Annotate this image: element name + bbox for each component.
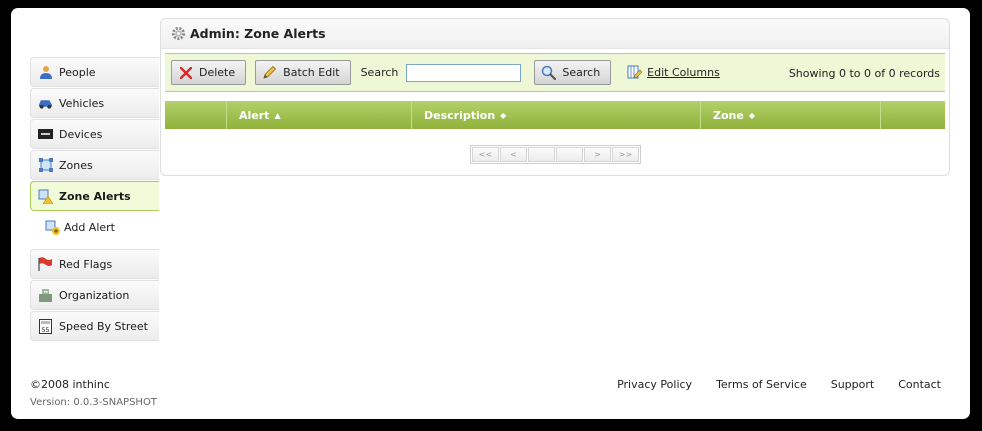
building-icon [38, 288, 53, 303]
pager-page-1[interactable] [528, 147, 555, 162]
zone-icon [38, 158, 53, 173]
privacy-policy-link[interactable]: Privacy Policy [617, 378, 692, 391]
sidebar-item-devices[interactable]: Devices [30, 119, 159, 149]
batch-edit-button[interactable]: Batch Edit [255, 60, 351, 85]
person-icon [38, 65, 53, 80]
pager: << < > >> [470, 145, 641, 164]
records-count: Showing 0 to 0 of 0 records [788, 67, 940, 80]
edit-columns-link[interactable]: Edit Columns [627, 65, 720, 80]
toolbar: Delete Batch Edit Search Search Edit Col… [165, 53, 945, 92]
sort-asc-icon: ▲ [274, 110, 281, 120]
sidebar-item-label: Devices [59, 127, 103, 141]
pager-page-2[interactable] [556, 147, 583, 162]
pager-last-button[interactable]: >> [612, 147, 639, 162]
footer-info: ©2008 inthinc Version: 0.0.3-SNAPSHOT [30, 378, 157, 408]
red-flag-icon [38, 257, 53, 272]
search-button[interactable]: Search [534, 60, 612, 85]
edit-columns-icon [627, 65, 643, 80]
version-text: Version: 0.0.3-SNAPSHOT [30, 397, 157, 408]
page: People Vehicles Devices Zones Zone Alert… [11, 8, 970, 419]
sidebar-item-zones[interactable]: Zones [30, 150, 159, 180]
copyright: ©2008 inthinc [30, 378, 110, 391]
speed-sign-icon: 55 [38, 318, 53, 334]
sidebar-item-label: Red Flags [59, 257, 113, 271]
sidebar-item-add-alert[interactable]: Add Alert [30, 212, 159, 242]
zone-alerts-panel: Admin: Zone Alerts Delete Batch Edit Sea… [160, 18, 950, 176]
sidebar-item-label: Add Alert [64, 220, 115, 234]
device-icon [38, 127, 53, 142]
car-icon [38, 96, 53, 111]
column-header-description[interactable]: Description ◆ [412, 101, 701, 129]
grid-header: Alert ▲ Description ◆ Zone ◆ [165, 101, 945, 129]
pager-first-button[interactable]: << [472, 147, 499, 162]
sidebar-item-label: Speed By Street [59, 319, 148, 333]
pager-next-button[interactable]: > [584, 147, 611, 162]
sidebar-item-zone-alerts[interactable]: Zone Alerts [30, 181, 159, 211]
svg-text:55: 55 [42, 327, 50, 334]
support-link[interactable]: Support [831, 378, 874, 391]
sidebar-item-people[interactable]: People [30, 57, 159, 87]
terms-of-service-link[interactable]: Terms of Service [716, 378, 807, 391]
sidebar-item-label: Organization [59, 288, 130, 302]
sidebar-item-label: People [59, 65, 96, 79]
contact-link[interactable]: Contact [898, 378, 941, 391]
sidebar-item-label: Zone Alerts [59, 189, 131, 203]
page-title: Admin: Zone Alerts [190, 26, 326, 41]
magnifier-icon [541, 65, 557, 80]
search-label: Search [360, 66, 399, 79]
panel-header: Admin: Zone Alerts [161, 19, 949, 49]
sort-icon: ◆ [748, 110, 755, 120]
column-header-alert[interactable]: Alert ▲ [227, 101, 412, 129]
sidebar-item-label: Zones [59, 158, 93, 172]
sidebar: People Vehicles Devices Zones Zone Alert… [30, 57, 159, 342]
column-header-select [165, 101, 227, 129]
search-input[interactable] [406, 63, 522, 82]
gear-icon [171, 26, 186, 41]
sidebar-item-label: Vehicles [59, 96, 105, 110]
column-header-zone[interactable]: Zone ◆ [701, 101, 881, 129]
zone-alert-icon [38, 189, 53, 204]
footer-links: Privacy Policy Terms of Service Support … [593, 378, 941, 391]
add-alert-icon [45, 220, 60, 235]
sidebar-item-red-flags[interactable]: Red Flags [30, 249, 159, 279]
column-header-extra [881, 101, 945, 129]
pencil-icon [262, 65, 277, 80]
sort-icon: ◆ [500, 110, 507, 120]
pager-prev-button[interactable]: < [500, 147, 527, 162]
delete-button[interactable]: Delete [171, 60, 247, 85]
sidebar-item-vehicles[interactable]: Vehicles [30, 88, 159, 118]
delete-x-icon [178, 65, 193, 80]
sidebar-item-speed-by-street[interactable]: 55 Speed By Street [30, 311, 159, 341]
sidebar-item-organization[interactable]: Organization [30, 280, 159, 310]
